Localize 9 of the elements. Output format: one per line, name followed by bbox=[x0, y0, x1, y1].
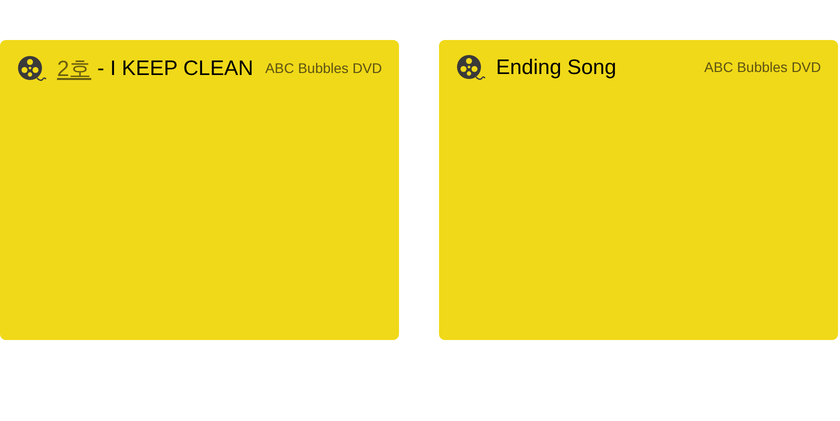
source-label: ABC Bubbles DVD bbox=[265, 59, 382, 78]
video-card[interactable]: 2호 - I KEEP CLEAN ABC Bubbles DVD bbox=[0, 40, 399, 340]
video-title: Ending Song bbox=[496, 55, 616, 81]
source-label: ABC Bubbles DVD bbox=[704, 58, 821, 78]
film-reel-icon bbox=[17, 54, 47, 82]
film-reel-icon bbox=[456, 54, 486, 82]
video-title: - I KEEP CLEAN bbox=[97, 56, 254, 82]
episode-number: 2호 bbox=[57, 55, 92, 83]
video-card[interactable]: Ending Song ABC Bubbles DVD bbox=[439, 40, 838, 340]
